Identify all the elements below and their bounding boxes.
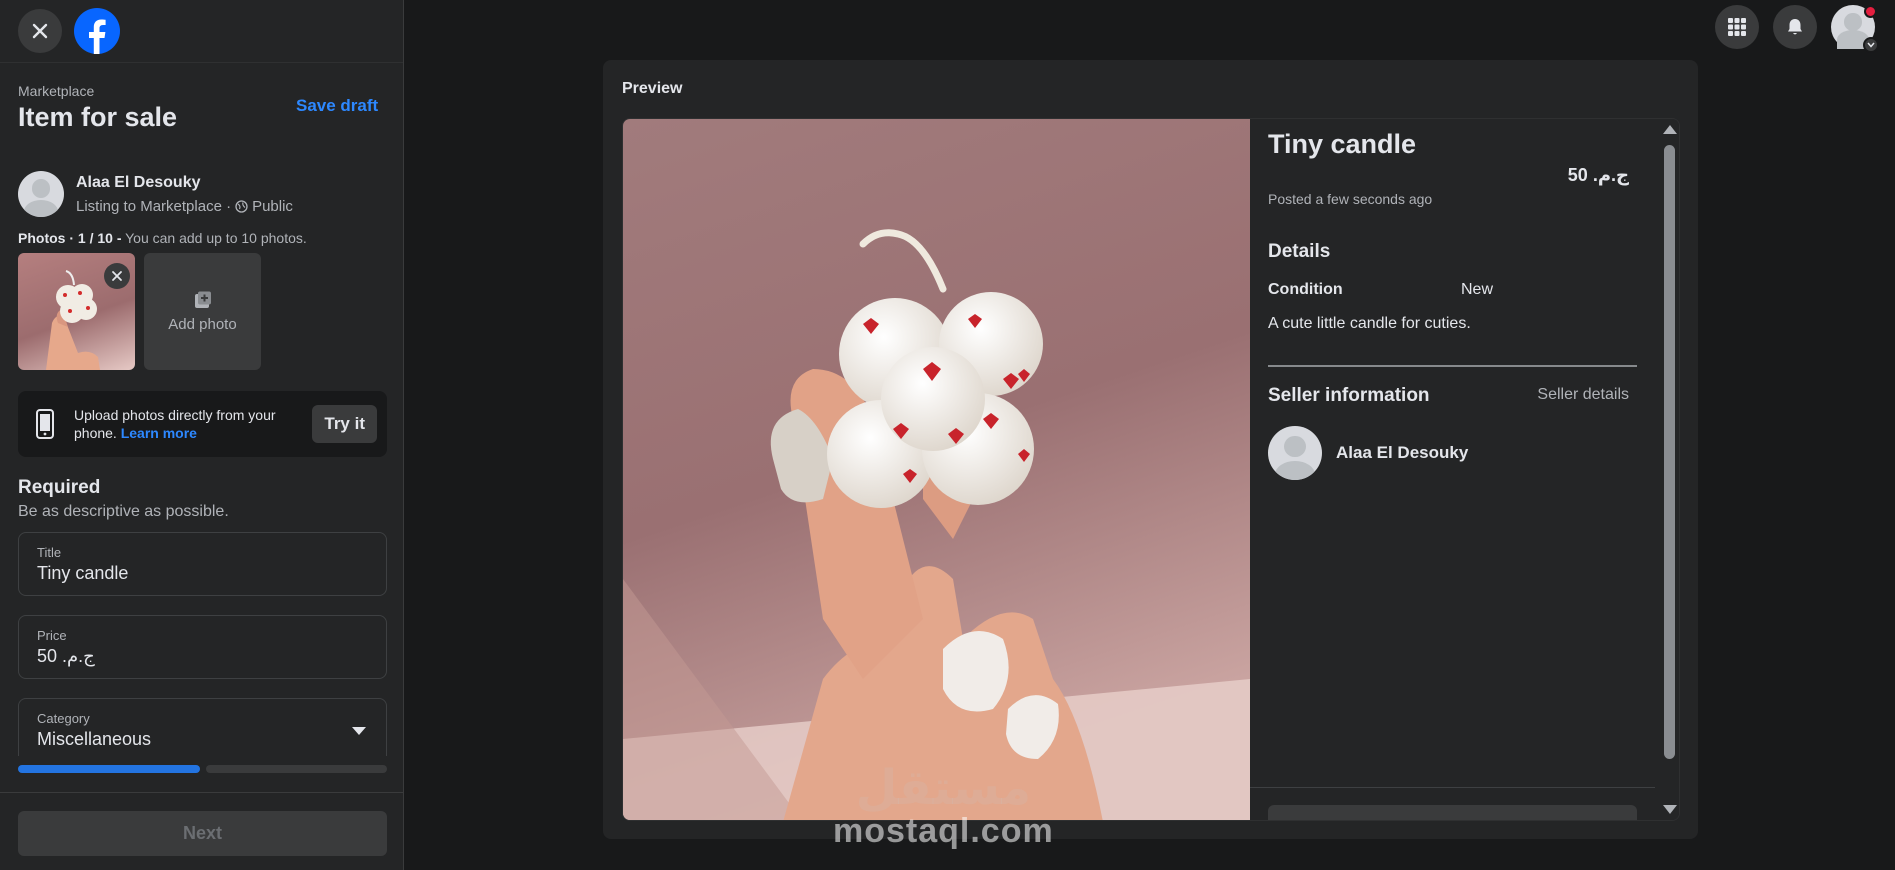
chevron-down-icon <box>352 727 366 735</box>
price-field-label: Price <box>37 628 67 643</box>
posted-time: Posted a few seconds ago <box>1268 191 1433 207</box>
notifications-button[interactable] <box>1773 5 1817 49</box>
listing-title: Tiny candle <box>1268 129 1417 159</box>
facebook-logo-icon[interactable] <box>74 8 120 54</box>
preview-seller-row: Alaa El Desouky <box>1268 426 1468 480</box>
category-field-value: Miscellaneous <box>37 729 152 749</box>
price-field-value[interactable]: ج.م. 50 <box>37 646 368 667</box>
listing-price: ج.م. 50 <box>1567 165 1629 185</box>
phone-icon <box>36 409 54 439</box>
preview-seller-name: Alaa El Desouky <box>1336 443 1469 462</box>
condition-value: New <box>1461 281 1494 298</box>
title-field[interactable]: Title Tiny candle <box>18 532 387 596</box>
seller-name: Alaa El Desouky <box>76 173 201 191</box>
menu-grid-icon <box>1728 18 1746 36</box>
photos-hint: You can add up to 10 photos. <box>125 230 307 246</box>
close-icon <box>112 271 122 281</box>
listing-audience: Listing to Marketplace · Public <box>76 198 293 215</box>
photos-label: Photos <box>18 230 66 246</box>
seller-info-heading: Seller information <box>1268 385 1430 406</box>
preview-card: Preview Tiny candle ج.م. 50 Posted a few… <box>603 60 1698 839</box>
upload-from-phone-banner: Upload photos directly from your phone. … <box>18 391 387 457</box>
add-photo-button[interactable]: Add photo <box>144 253 261 370</box>
message-button <box>1268 805 1637 820</box>
try-it-button[interactable]: Try it <box>312 405 377 443</box>
divider <box>0 62 403 63</box>
title-field-label: Title <box>37 545 62 560</box>
header-actions <box>1715 5 1879 53</box>
add-photo-label: Add photo <box>168 316 237 333</box>
preview-frame: Tiny candle ج.م. 50 Posted a few seconds… <box>622 118 1680 821</box>
add-photo-icon <box>194 291 211 308</box>
scroll-thumb[interactable] <box>1664 145 1675 759</box>
menu-button[interactable] <box>1715 5 1759 49</box>
close-icon <box>32 23 48 39</box>
price-field[interactable]: Price ج.م. 50 <box>18 615 387 679</box>
details-heading: Details <box>1268 241 1331 262</box>
close-button[interactable] <box>18 9 62 53</box>
page-title: Item for sale <box>18 102 178 132</box>
divider <box>0 792 403 793</box>
avatar <box>1268 426 1322 480</box>
bell-icon <box>1788 19 1802 35</box>
chevron-down-icon <box>1863 37 1879 53</box>
seller-row: Alaa El Desouky Listing to Marketplace ·… <box>18 171 293 217</box>
details-scrollbar[interactable] <box>1658 119 1679 820</box>
listing-sidebar: Marketplace Item for sale Save draft Ala… <box>0 0 404 870</box>
listing-to-text: Listing to Marketplace · <box>76 197 232 215</box>
category-field-label: Category <box>37 711 90 726</box>
condition-label: Condition <box>1268 281 1343 298</box>
divider <box>1268 365 1637 367</box>
scroll-up-icon[interactable] <box>1663 125 1677 134</box>
avatar <box>18 171 64 217</box>
breadcrumb: Marketplace <box>18 83 95 99</box>
notification-badge <box>1864 5 1877 18</box>
progress-step-2 <box>205 765 387 773</box>
divider <box>1250 787 1655 788</box>
category-select[interactable]: Category Miscellaneous <box>18 698 387 756</box>
next-button[interactable]: Next <box>18 811 387 856</box>
title-field-value[interactable]: Tiny candle <box>37 563 368 584</box>
profile-button[interactable] <box>1831 5 1879 53</box>
listing-description: A cute little candle for cuties. <box>1268 315 1471 332</box>
product-photo <box>623 119 1250 820</box>
globe-icon <box>235 199 248 213</box>
audience-text: Public <box>252 197 293 215</box>
seller-details-link[interactable]: Seller details <box>1537 386 1629 404</box>
learn-more-link[interactable]: Learn more <box>121 425 197 441</box>
save-draft-button[interactable]: Save draft <box>296 96 378 116</box>
required-subtitle: Be as descriptive as possible. <box>18 503 229 520</box>
upload-text: Upload photos directly from your phone. … <box>74 406 294 442</box>
photos-count: · 1 / 10 - <box>69 230 122 246</box>
listing-details-pane: Tiny candle ج.م. 50 Posted a few seconds… <box>1250 119 1679 820</box>
scroll-down-icon[interactable] <box>1663 805 1677 814</box>
photos-note: Photos · 1 / 10 - You can add up to 10 p… <box>18 230 307 246</box>
step-progress <box>18 765 387 773</box>
preview-label: Preview <box>622 80 683 97</box>
progress-step-1 <box>18 765 200 773</box>
remove-photo-button[interactable] <box>104 263 130 289</box>
sidebar-topbar <box>18 8 120 54</box>
required-heading: Required <box>18 477 101 498</box>
